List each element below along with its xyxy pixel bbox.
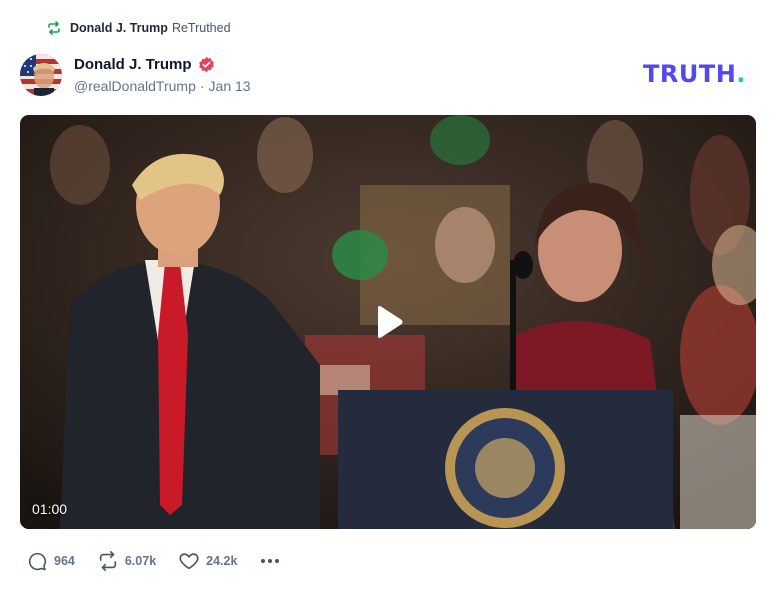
- post-date[interactable]: Jan 13: [209, 78, 251, 94]
- play-button[interactable]: [368, 302, 408, 342]
- post-action-bar: 964 6.07k 24.2k: [26, 549, 281, 573]
- retruth-header: Donald J. Trump ReTruthed: [46, 18, 231, 38]
- like-button[interactable]: 24.2k: [178, 550, 237, 572]
- play-icon: [378, 306, 403, 338]
- video-player[interactable]: 01:00: [20, 115, 756, 529]
- more-dots-icon: [261, 559, 280, 563]
- retruth-count: 6.07k: [124, 554, 157, 568]
- retruth-label: ReTruthed: [171, 21, 231, 35]
- reply-bubble-icon: [26, 550, 48, 572]
- more-options-button[interactable]: [259, 550, 281, 572]
- retruth-author-link[interactable]: Donald J. Trump: [70, 21, 168, 35]
- reply-count: 964: [54, 554, 75, 568]
- avatar[interactable]: [20, 54, 62, 96]
- logo-text: TRUTH: [643, 60, 737, 88]
- retruth-button[interactable]: 6.07k: [97, 550, 156, 572]
- verified-badge-icon: [198, 56, 215, 73]
- reply-button[interactable]: 964: [26, 550, 75, 572]
- video-duration: 01:00: [32, 501, 68, 517]
- truth-logo[interactable]: TRUTH.: [643, 60, 746, 88]
- post-author: Donald J. Trump @realDonaldTrump · Jan 1…: [74, 53, 251, 95]
- meta-separator: ·: [199, 78, 205, 94]
- retruth-icon: [46, 20, 62, 36]
- like-count: 24.2k: [206, 554, 238, 568]
- logo-dot: .: [736, 60, 746, 88]
- retruth-icon: [97, 550, 119, 572]
- author-handle[interactable]: @realDonaldTrump: [74, 78, 196, 94]
- author-name-link[interactable]: Donald J. Trump: [74, 56, 192, 73]
- heart-icon: [178, 550, 200, 572]
